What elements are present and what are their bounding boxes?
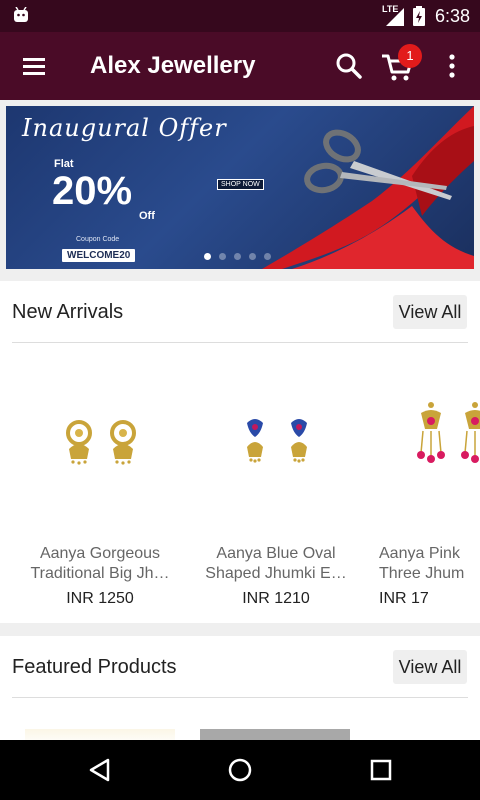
product-name-line1: Aanya Pink bbox=[379, 545, 460, 562]
page-dot bbox=[264, 253, 271, 260]
banner-discount: 20% bbox=[52, 169, 133, 213]
product-card[interactable]: Aanya Pink Three Jhum INR 17 bbox=[367, 361, 480, 611]
product-name-line2: Three Jhum bbox=[379, 565, 465, 582]
product-image bbox=[417, 402, 480, 463]
page-dot bbox=[234, 253, 241, 260]
back-icon[interactable] bbox=[86, 756, 114, 784]
product-name-line1: Aanya Blue Oval bbox=[216, 545, 336, 562]
product-name-line2: Traditional Big Jh… bbox=[30, 565, 170, 582]
banner-page-indicator bbox=[204, 247, 284, 260]
clock: 6:38 bbox=[435, 6, 471, 26]
app-title: Alex Jewellery bbox=[90, 52, 256, 79]
product-price: INR 1210 bbox=[242, 590, 310, 607]
offer-banner[interactable]: Inaugural Offer Flat 20% Off Coupon Code… bbox=[6, 106, 474, 269]
divider bbox=[12, 342, 468, 343]
overflow-menu-icon[interactable] bbox=[444, 52, 460, 80]
product-name-line2: Shaped Jhumki E… bbox=[205, 565, 347, 582]
new-arrivals-section: New Arrivals View All Aanya Gorgeous Tra… bbox=[0, 281, 480, 623]
home-icon[interactable] bbox=[226, 756, 254, 784]
product-name-line1: Aanya Gorgeous bbox=[39, 545, 161, 562]
scissors-ribbon-illustration bbox=[262, 106, 474, 269]
featured-view-all-button[interactable]: View All bbox=[393, 650, 467, 684]
product-price: INR 1250 bbox=[66, 590, 134, 607]
android-notification-icon bbox=[14, 7, 28, 22]
app-bar: Alex Jewellery 1 bbox=[0, 32, 480, 100]
shop-now-button[interactable]: SHOP NOW bbox=[217, 179, 264, 190]
product-price: INR 17 bbox=[379, 590, 429, 607]
product-card[interactable]: Aanya Gorgeous Traditional Big Jh… INR 1… bbox=[15, 361, 185, 611]
system-navigation-bar bbox=[0, 740, 480, 800]
status-bar: LTE 6:38 bbox=[0, 0, 480, 32]
new-arrivals-title: New Arrivals bbox=[12, 301, 124, 323]
menu-icon[interactable] bbox=[20, 52, 48, 80]
product-image bbox=[66, 420, 136, 465]
battery-charging-icon bbox=[413, 6, 425, 26]
coupon-code: WELCOME20 bbox=[62, 249, 136, 262]
new-arrivals-view-all-button[interactable]: View All bbox=[393, 295, 467, 329]
banner-headline: Inaugural Offer bbox=[22, 114, 227, 142]
cart-count-badge: 1 bbox=[398, 44, 422, 68]
signal-icon bbox=[386, 8, 404, 26]
featured-products-title: Featured Products bbox=[12, 656, 177, 678]
product-image bbox=[247, 419, 307, 463]
page-dot-active bbox=[204, 253, 211, 260]
divider bbox=[12, 697, 468, 698]
coupon-code-label: Coupon Code bbox=[76, 236, 120, 243]
banner-off-label: Off bbox=[139, 210, 155, 222]
product-card[interactable]: Aanya Blue Oval Shaped Jhumki E… INR 121… bbox=[191, 361, 361, 611]
search-icon[interactable] bbox=[334, 51, 364, 81]
page-dot bbox=[219, 253, 226, 260]
recents-icon[interactable] bbox=[367, 756, 395, 784]
page-dot bbox=[249, 253, 256, 260]
featured-products-section: Featured Products View All bbox=[0, 636, 480, 746]
